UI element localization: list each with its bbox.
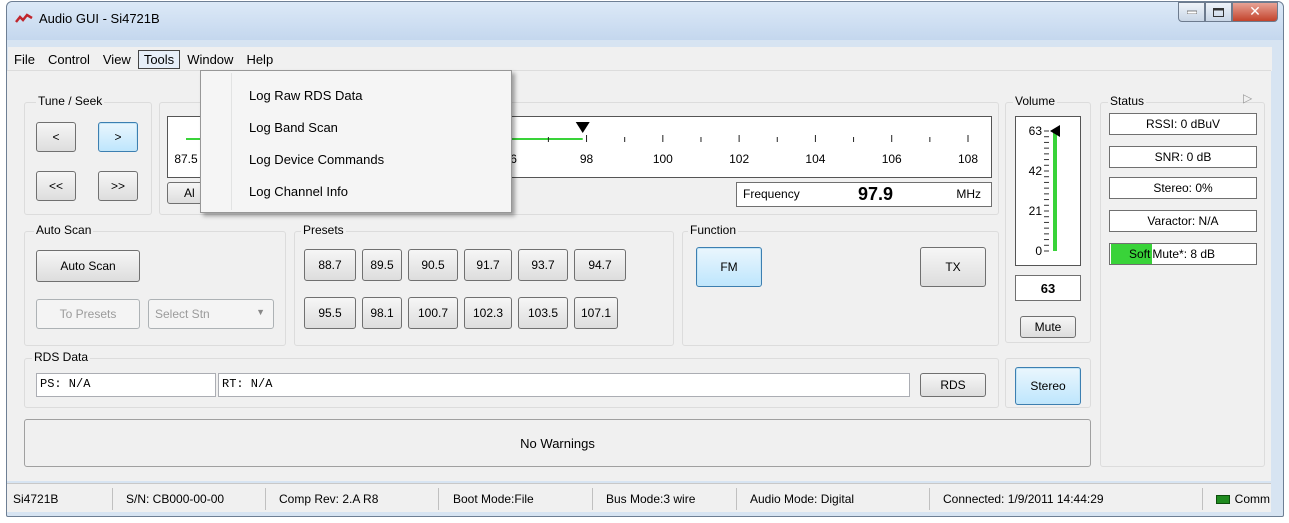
rds-label: RDS Data	[32, 350, 91, 364]
presets-label: Presets	[301, 223, 346, 237]
volume-value-box: 63	[1015, 275, 1081, 301]
preset-button[interactable]: 90.5	[408, 249, 458, 281]
tune-down-button[interactable]: <	[36, 122, 76, 152]
soft-mute-indicator: Soft Mute*: 8 dB	[1109, 243, 1257, 265]
comm-indicator: Comm	[1210, 488, 1270, 510]
stereo-button[interactable]: Stereo	[1015, 367, 1081, 405]
rssi-indicator: RSSI: 0 dBuV	[1109, 113, 1257, 135]
preset-button[interactable]: 95.5	[304, 297, 356, 329]
to-presets-button[interactable]: To Presets	[36, 299, 140, 329]
menu-view[interactable]: View	[97, 50, 137, 69]
dial-tick-label: 100	[653, 152, 673, 166]
volume-level-bar	[1053, 131, 1057, 251]
seek-down-button[interactable]: <<	[36, 171, 76, 201]
snr-indicator: SNR: 0 dB	[1109, 146, 1257, 168]
tx-button[interactable]: TX	[920, 247, 986, 287]
minimize-button[interactable]	[1178, 2, 1205, 22]
preset-button[interactable]: 103.5	[518, 297, 568, 329]
select-station-dropdown[interactable]: Select Stn ▼	[148, 299, 274, 329]
volume-tick-label: 0	[1035, 244, 1042, 258]
menu-help[interactable]: Help	[240, 50, 279, 69]
volume-tick-label: 63	[1029, 124, 1043, 138]
title-bar[interactable]: Audio GUI - Si4721B ✕	[7, 2, 1283, 40]
menu-control[interactable]: Control	[42, 50, 96, 69]
menu-log-device-commands[interactable]: Log Device Commands	[249, 147, 384, 171]
menu-log-raw-rds-data[interactable]: Log Raw RDS Data	[249, 83, 362, 107]
preset-button[interactable]: 94.7	[574, 249, 626, 281]
app-logo-icon	[15, 13, 33, 23]
comp-rev: Comp Rev: 2.A R8	[273, 488, 439, 510]
mute-button[interactable]: Mute	[1020, 316, 1076, 338]
frequency-unit: MHz	[956, 187, 981, 201]
ps-field[interactable]: PS: N/A	[36, 373, 216, 397]
dial-tick-label: 108	[958, 152, 978, 166]
menu-window[interactable]: Window	[181, 50, 239, 69]
dial-marker	[575, 122, 590, 133]
volume-scale: 63 42 21 0	[1029, 124, 1060, 258]
comm-label: Comm	[1234, 492, 1270, 506]
tune-up-button[interactable]: >	[98, 122, 138, 152]
varactor-indicator: Varactor: N/A	[1109, 210, 1257, 232]
frequency-display: Frequency 97.9 MHz	[736, 182, 992, 207]
menu-log-channel-info[interactable]: Log Channel Info	[249, 179, 348, 203]
soft-mute-text: Mute*: 8 dB	[1152, 247, 1216, 261]
preset-button[interactable]: 100.7	[408, 297, 458, 329]
volume-tick-label: 42	[1029, 164, 1043, 178]
soft-mute-bar: Soft	[1111, 244, 1153, 264]
close-icon: ✕	[1249, 4, 1261, 20]
function-label: Function	[688, 223, 739, 237]
status-bar: Si4721B S/N: CB000-00-00 Comp Rev: 2.A R…	[7, 483, 1271, 512]
volume-value: 63	[1040, 280, 1056, 296]
chip-name: Si4721B	[7, 488, 113, 510]
dial-tick-label: 104	[805, 152, 825, 166]
close-button[interactable]: ✕	[1232, 2, 1278, 22]
connected-time: Connected: 1/9/2011 14:44:29	[937, 488, 1203, 510]
seek-up-button[interactable]: >>	[98, 171, 138, 201]
preset-button[interactable]: 88.7	[304, 249, 356, 281]
select-station-value: Select Stn	[155, 307, 210, 321]
volume-label: Volume	[1013, 94, 1058, 108]
preset-button[interactable]: 107.1	[574, 297, 618, 329]
maximize-button[interactable]	[1205, 2, 1232, 22]
serial-number: S/N: CB000-00-00	[120, 488, 266, 510]
audio-mode: Audio Mode: Digital	[744, 488, 930, 510]
maximize-icon	[1213, 7, 1224, 17]
preset-button[interactable]: 91.7	[464, 249, 512, 281]
warnings-text: No Warnings	[520, 435, 595, 451]
rt-field[interactable]: RT: N/A	[218, 373, 910, 397]
menu-file[interactable]: File	[8, 50, 41, 69]
preset-button[interactable]: 93.7	[518, 249, 568, 281]
menu-tools[interactable]: Tools	[137, 49, 181, 69]
window-title: Audio GUI - Si4721B	[39, 11, 160, 26]
chevron-down-icon: ▼	[256, 307, 265, 317]
dial-tick-label: 102	[729, 152, 749, 166]
volume-slider[interactable]: 63 42 21 0	[1015, 116, 1081, 266]
expand-arrow-icon[interactable]: ▷	[1243, 91, 1252, 105]
menu-log-band-scan[interactable]: Log Band Scan	[249, 115, 338, 139]
dial-tick-label: 87.5	[174, 152, 198, 166]
auto-scan-button[interactable]: Auto Scan	[36, 250, 140, 282]
bus-mode: Bus Mode:3 wire	[600, 488, 737, 510]
dial-tick-label: 106	[882, 152, 902, 166]
tools-dropdown-menu: Log Raw RDS Data Log Band Scan Log Devic…	[200, 70, 512, 213]
preset-button[interactable]: 102.3	[464, 297, 512, 329]
warnings-panel: No Warnings	[24, 419, 1091, 467]
tune-seek-label: Tune / Seek	[36, 94, 105, 108]
dial-tick-label: 98	[580, 152, 594, 166]
preset-button[interactable]: 89.5	[362, 249, 402, 281]
status-label: Status	[1108, 94, 1147, 108]
auto-scan-label: Auto Scan	[34, 223, 94, 237]
rds-button[interactable]: RDS	[920, 373, 986, 397]
stereo-indicator: Stereo: 0%	[1109, 177, 1257, 199]
fm-button[interactable]: FM	[696, 247, 762, 287]
volume-tick-label: 21	[1029, 204, 1043, 218]
boot-mode: Boot Mode:File	[447, 488, 593, 510]
minimize-icon	[1186, 10, 1197, 14]
preset-button[interactable]: 98.1	[362, 297, 402, 329]
menu-bar: File Control View Tools Window Help	[8, 47, 1272, 71]
frequency-label: Frequency	[743, 187, 800, 201]
frequency-value: 97.9	[858, 184, 894, 204]
comm-led-icon	[1216, 494, 1230, 504]
main-panel: Tune / Seek < > << >> 87.596981001021041…	[7, 70, 1271, 481]
